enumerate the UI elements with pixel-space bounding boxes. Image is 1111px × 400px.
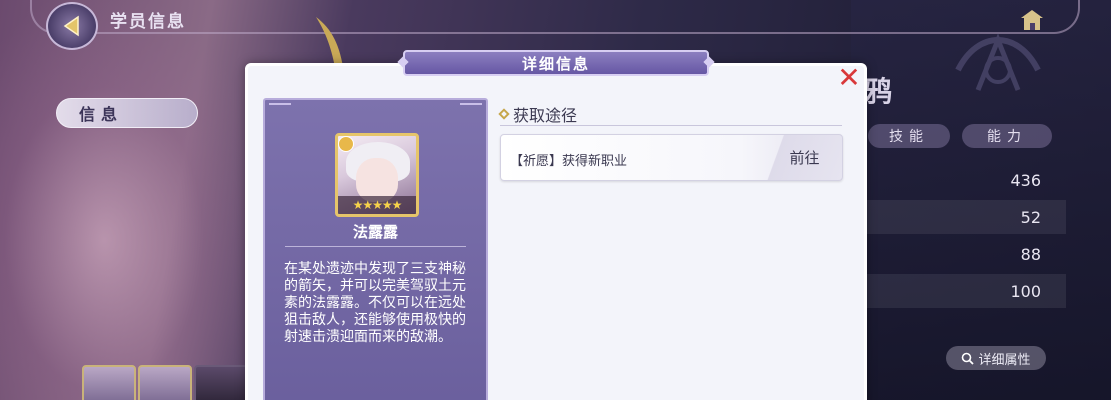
- stat-value: 100: [1010, 281, 1041, 301]
- diamond-bullet-icon: [498, 108, 510, 120]
- stat-row: 88: [866, 237, 1066, 271]
- name-divider: [285, 246, 466, 247]
- source-title-text: 获取途径: [513, 106, 578, 125]
- stat-row: 100: [866, 274, 1066, 308]
- background-glow: [0, 0, 260, 400]
- unit-name-partial: 鸦: [864, 75, 895, 108]
- info-tab[interactable]: 信息: [56, 98, 198, 128]
- stat-value: 436: [1010, 170, 1041, 190]
- stat-value: 52: [1020, 207, 1041, 227]
- team-member-card[interactable]: [82, 365, 136, 400]
- star-rating: ★★★★★: [338, 196, 416, 214]
- stat-row: 52: [866, 200, 1066, 234]
- modal-title: 详细信息: [403, 50, 709, 76]
- team-roster: [82, 365, 248, 400]
- back-button[interactable]: [46, 2, 98, 50]
- stat-value: 88: [1020, 244, 1041, 264]
- stat-row: 436: [866, 163, 1066, 197]
- character-description: 在某处遗迹中发现了三支神秘的箭矢，并可以完美驾驭土元素的法露露。不仅可以在远处狙…: [284, 261, 466, 345]
- source-item: 【祈愿】获得新职业 前往: [500, 134, 843, 181]
- page-title: 学员信息: [110, 12, 186, 32]
- team-member-card[interactable]: [194, 365, 248, 400]
- panel-corner-ornament: [269, 103, 291, 111]
- bow-emblem-icon: [955, 33, 1041, 91]
- detail-attributes-label: 详细属性: [978, 352, 1031, 368]
- character-panel: ★★★★★ 法露露 在某处遗迹中发现了三支神秘的箭矢，并可以完美驾驭土元素的法露…: [263, 98, 488, 400]
- panel-corner-ornament: [460, 103, 482, 111]
- top-frame: [30, 0, 1080, 34]
- source-divider: [500, 125, 842, 126]
- back-arrow-icon: [63, 15, 79, 37]
- close-button[interactable]: ✕: [836, 61, 862, 94]
- top-bar: 学员信息: [0, 0, 1111, 50]
- source-section-title: 获取途径: [498, 102, 578, 126]
- detail-attributes-button[interactable]: 详细属性: [946, 346, 1046, 370]
- character-portrait: ★★★★★: [335, 133, 419, 217]
- tab-skill[interactable]: 技能: [868, 124, 950, 148]
- class-badge-icon: [338, 136, 354, 152]
- close-icon: ✕: [837, 61, 861, 94]
- search-icon: [962, 352, 975, 365]
- character-name: 法露露: [352, 223, 398, 241]
- team-member-card[interactable]: [138, 365, 192, 400]
- goto-button[interactable]: 前往: [767, 135, 842, 180]
- tab-ability[interactable]: 能力: [962, 124, 1052, 148]
- source-item-text: 【祈愿】获得新职业: [510, 154, 628, 169]
